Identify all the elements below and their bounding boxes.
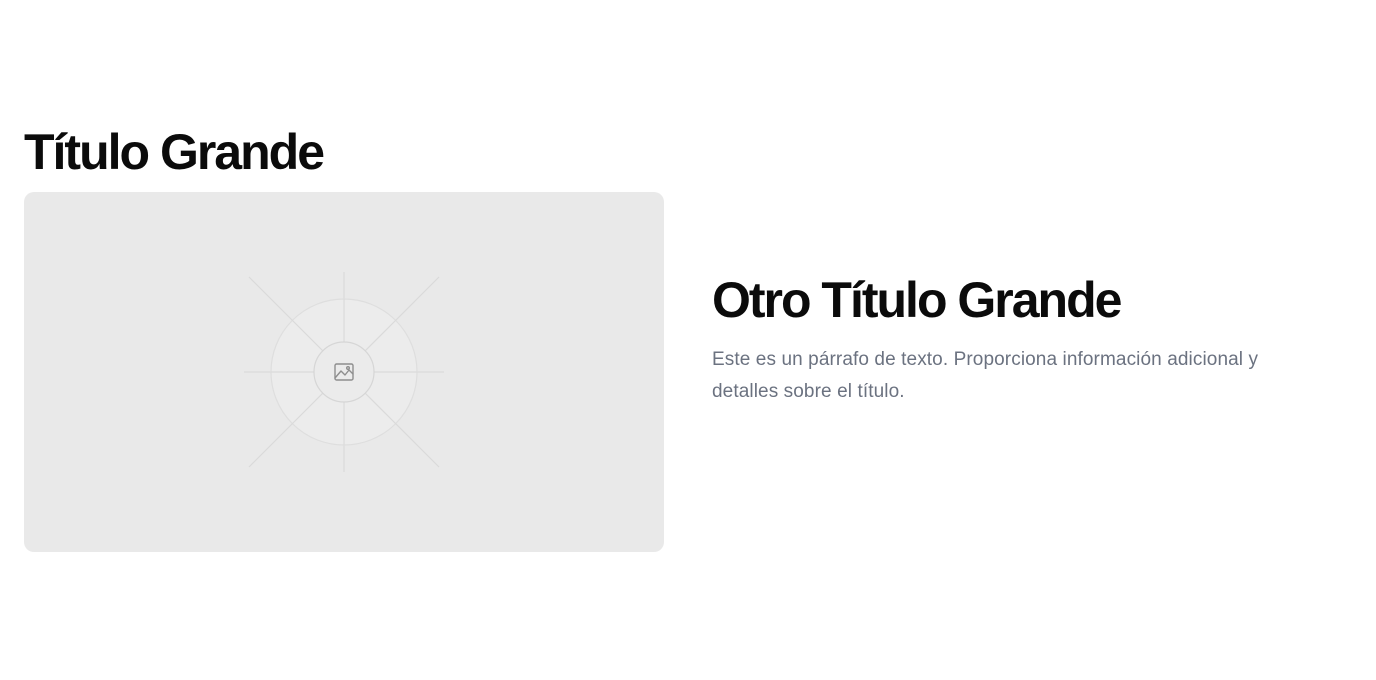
feature-title: Otro Título Grande <box>712 272 1122 328</box>
feature-section: Otro Título Grande Este es un párrafo de… <box>712 270 1312 408</box>
page: Título Grande Otro Título Grande Este es… <box>0 0 1376 680</box>
placeholder-graphic <box>244 272 444 472</box>
feature-paragraph: Este es un párrafo de texto. Proporciona… <box>712 349 1259 402</box>
page-title: Título Grande <box>24 124 325 180</box>
image-placeholder <box>24 192 664 552</box>
